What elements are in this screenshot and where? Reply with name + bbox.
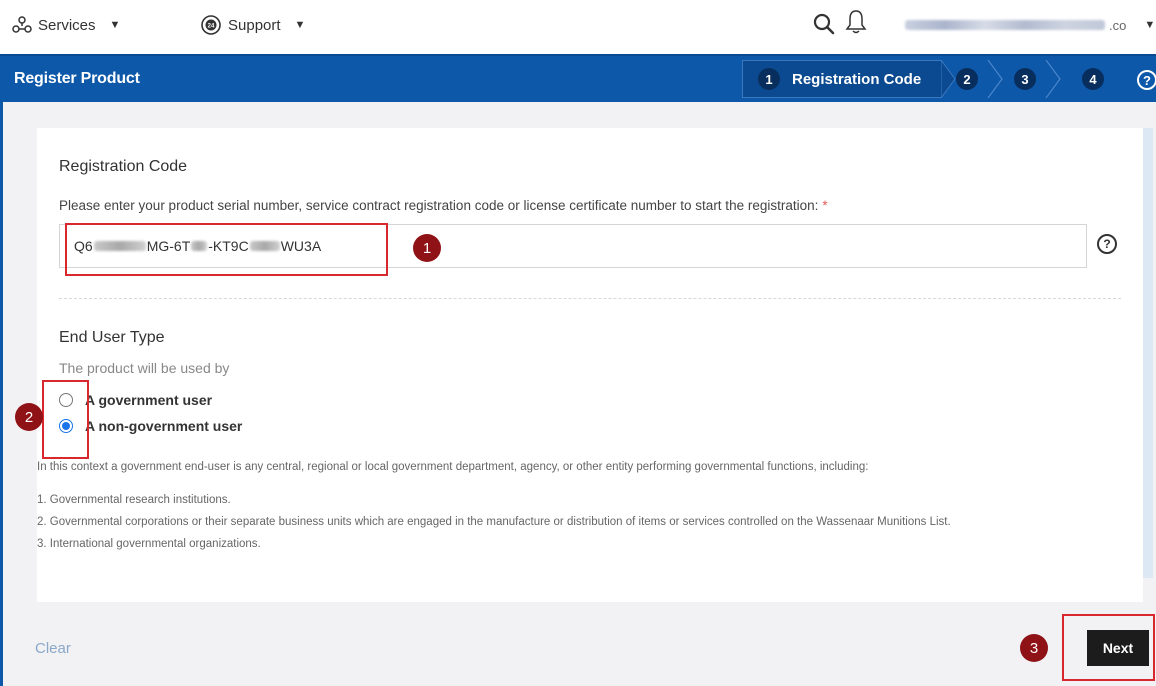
registration-stepper: 1 Registration Code 2 3 4 <box>742 60 1120 98</box>
help-icon[interactable]: ? <box>1137 70 1156 90</box>
government-examples-list: 1. Governmental research institutions. 2… <box>37 493 1097 559</box>
support-label: Support <box>228 16 281 34</box>
list-item: 2. Governmental corporations or their se… <box>37 516 951 528</box>
page-header: Register Product 1 Registration Code 2 3… <box>0 54 1156 102</box>
chevron-down-icon: ▼ <box>294 19 306 31</box>
step-number: 3 <box>1014 68 1036 90</box>
help-icon[interactable]: ? <box>1097 234 1117 254</box>
step-1[interactable]: 1 Registration Code <box>758 60 921 98</box>
user-menu[interactable]: .co ▼ <box>905 0 1155 50</box>
step-number: 2 <box>956 68 978 90</box>
required-mark: * <box>822 198 828 213</box>
chevron-right-icon <box>1045 60 1061 98</box>
network-icon <box>12 16 32 33</box>
registration-code-title: Registration Code <box>59 158 188 175</box>
annotation-badge: 2 <box>15 403 43 431</box>
step-4[interactable]: 4 <box>1082 60 1104 98</box>
highlight-box <box>42 380 89 459</box>
main-content: Registration Code Please enter your prod… <box>0 102 1156 686</box>
user-email-redacted <box>905 20 1105 30</box>
radio-label: A non-government user <box>85 418 243 434</box>
chevron-down-icon: ▼ <box>1144 19 1156 31</box>
services-menu[interactable]: Services ▼ <box>12 0 120 50</box>
step-label: Registration Code <box>792 70 922 88</box>
scrollbar[interactable] <box>1143 128 1153 578</box>
chevron-down-icon: ▼ <box>109 19 121 31</box>
registration-instruction: Please enter your product serial number,… <box>59 198 828 213</box>
government-user-note: In this context a government end-user is… <box>37 461 869 473</box>
radio-label: A government user <box>85 392 213 408</box>
highlight-box <box>65 223 388 276</box>
user-email-suffix: .co <box>1109 17 1127 33</box>
support-24-icon: 24 <box>201 15 221 35</box>
section-divider <box>59 298 1121 299</box>
page-title: Register Product <box>14 70 140 87</box>
list-item: 1. Governmental research institutions. <box>37 494 231 506</box>
services-label: Services <box>38 16 96 34</box>
highlight-box <box>1062 614 1155 681</box>
end-user-type-title: End User Type <box>59 329 165 346</box>
step-2[interactable]: 2 <box>956 60 978 98</box>
used-by-label: The product will be used by <box>59 360 230 376</box>
search-icon <box>813 13 835 35</box>
support-menu[interactable]: 24 Support ▼ <box>200 0 305 50</box>
clear-link[interactable]: Clear <box>35 640 71 657</box>
step-number: 1 <box>758 68 780 90</box>
step-3[interactable]: 3 <box>1014 60 1036 98</box>
search-button[interactable] <box>812 6 836 42</box>
instruction-text: Please enter your product serial number,… <box>59 198 819 213</box>
annotation-badge: 1 <box>413 234 441 262</box>
top-navigation: Services ▼ 24 Support ▼ .co ▼ <box>0 0 1156 50</box>
annotation-badge: 3 <box>1020 634 1048 662</box>
registration-card: Registration Code Please enter your prod… <box>37 128 1143 602</box>
list-item: 3. International governmental organizati… <box>37 538 261 550</box>
step-number: 4 <box>1082 68 1104 90</box>
chevron-right-icon <box>987 60 1003 98</box>
bell-icon <box>845 10 867 34</box>
svg-text:24: 24 <box>208 24 215 30</box>
notifications-button[interactable] <box>845 4 867 40</box>
